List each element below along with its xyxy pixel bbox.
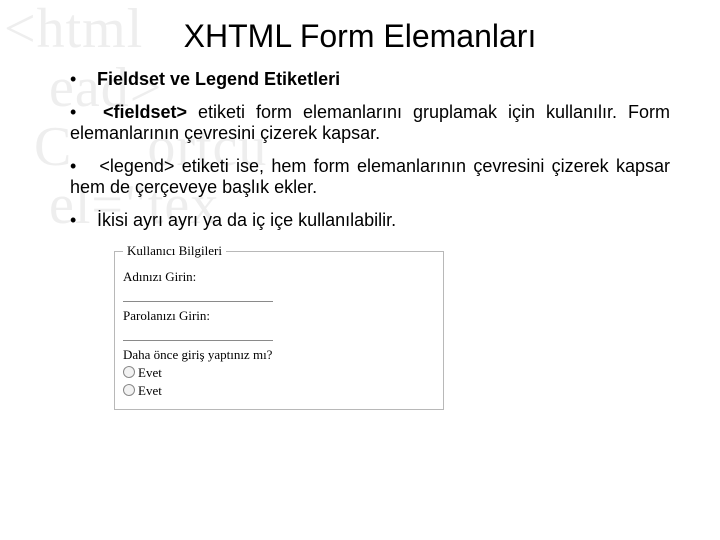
label-password: Parolanızı Girin:	[123, 308, 435, 324]
bullet-2: • <fieldset> etiketi form elemanlarını g…	[70, 102, 670, 144]
radio-option-1-label: Evet	[138, 365, 162, 380]
radio-icon	[123, 384, 135, 396]
bullet-3-text: <legend> etiketi ise, hem form elemanlar…	[70, 156, 670, 197]
bullet-4-text: İkisi ayrı ayrı ya da iç içe kullanılabi…	[97, 210, 396, 230]
input-name[interactable]	[123, 287, 273, 302]
radio-icon	[123, 366, 135, 378]
bullet-dot: •	[70, 210, 92, 231]
fieldset-user-info: Kullanıcı Bilgileri Adınızı Girin: Parol…	[114, 243, 444, 410]
radio-option-1[interactable]: Evet	[123, 365, 435, 381]
input-password[interactable]	[123, 326, 273, 341]
example-figure: Kullanıcı Bilgileri Adınızı Girin: Parol…	[114, 243, 444, 410]
bullet-2-tag: <fieldset>	[103, 102, 187, 122]
radio-option-2[interactable]: Evet	[123, 383, 435, 399]
label-name: Adınızı Girin:	[123, 269, 435, 285]
bullet-3: • <legend> etiketi ise, hem form elemanl…	[70, 156, 670, 198]
bullet-1: • Fieldset ve Legend Etiketleri	[70, 69, 670, 90]
bullet-4: • İkisi ayrı ayrı ya da iç içe kullanıla…	[70, 210, 670, 231]
bullet-list: • Fieldset ve Legend Etiketleri • <field…	[70, 69, 670, 231]
bullet-1-text: Fieldset ve Legend Etiketleri	[97, 69, 340, 89]
label-previous-login: Daha önce giriş yaptınız mı?	[123, 347, 435, 363]
page-title: XHTML Form Elemanları	[40, 18, 680, 55]
bullet-dot: •	[70, 102, 92, 123]
radio-option-2-label: Evet	[138, 383, 162, 398]
bullet-dot: •	[70, 69, 92, 90]
legend-user-info: Kullanıcı Bilgileri	[123, 243, 226, 259]
slide-content: XHTML Form Elemanları • Fieldset ve Lege…	[0, 0, 720, 410]
bullet-dot: •	[70, 156, 92, 177]
